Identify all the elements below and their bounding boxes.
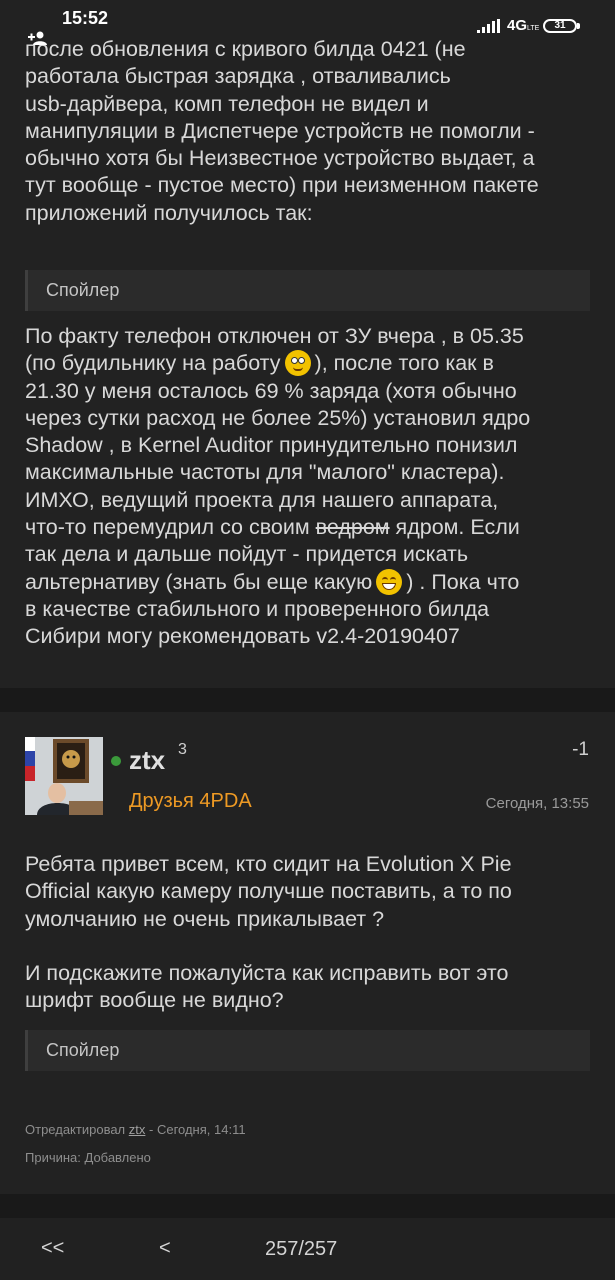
text-line: работала быстрая зарядка , отваливались [25, 64, 451, 89]
battery-tip [577, 23, 580, 29]
text-line: Сибири могу рекомендовать v2.4-20190407 [25, 624, 460, 649]
first-page-button[interactable]: << [41, 1237, 64, 1260]
post-timestamp: Сегодня, 13:55 [485, 795, 589, 812]
edited-info: Отредактировал ztx - Сегодня, 14:11 [25, 1122, 246, 1137]
text-line: (по будильнику на работу), после того ка… [25, 350, 494, 377]
network-type: 4GLTE [507, 17, 540, 34]
text-line: так дела и дальше пойдут - придется иска… [25, 542, 469, 567]
grin-emoji-icon [376, 568, 403, 595]
post-text-intro: после обновления с кривого билда 0421 (н… [25, 36, 595, 227]
online-indicator [111, 756, 121, 766]
strikethrough-text: ведром [315, 515, 390, 540]
post-text: Ребята привет всем, кто сидит на Evoluti… [25, 851, 595, 1015]
username[interactable]: ztx [129, 745, 165, 776]
text-line [25, 933, 595, 960]
signal-strength-icon [477, 19, 500, 33]
battery-icon: 31 [543, 19, 577, 33]
battery-level: 31 [554, 20, 566, 31]
text-line: обычно хотя бы Неизвестное устройство вы… [25, 146, 535, 171]
status-time: 15:52 [62, 8, 109, 28]
text-line: Ребята привет всем, кто сидит на Evoluti… [25, 852, 512, 876]
text-line: манипуляции в Диспетчере устройств не по… [25, 118, 535, 143]
text-line: умолчанию не очень прикалывает ? [25, 906, 385, 931]
text-line: максимальные частоты для "малого" класте… [25, 460, 505, 485]
text-line: что-то перемудрил со своим ведром ядром.… [25, 515, 520, 540]
text-line: через сутки расход не более 25%) установ… [25, 405, 531, 430]
spoiler-toggle[interactable]: Спойлер [25, 1030, 590, 1071]
post-divider [0, 1194, 615, 1218]
text-line: По факту телефон отключен от ЗУ вчера , … [25, 324, 524, 348]
text-line: в качестве стабильного и проверенного би… [25, 596, 490, 621]
user-group: Друзья 4PDA [129, 790, 252, 812]
page-indicator[interactable]: 257/257 [265, 1238, 337, 1261]
text-line: 21.30 у меня осталось 69 % заряда (хотя … [25, 378, 517, 403]
status-bar: 15:52 4GLTE 31 [0, 0, 615, 45]
text-line: Shadow , в Kernel Auditor принудительно … [25, 433, 518, 458]
network-subtype: LTE [527, 25, 540, 32]
text-line: альтернативу (знать бы еще какую) . Пока… [25, 568, 520, 595]
edited-by-user-link[interactable]: ztx [129, 1122, 146, 1137]
post-rating[interactable]: -1 [572, 739, 589, 761]
add-user-icon [28, 31, 47, 45]
post-text-body: По факту телефон отключен от ЗУ вчера , … [25, 323, 595, 651]
previous-page-button[interactable]: < [159, 1237, 171, 1260]
smiley-emoji-icon [284, 350, 311, 377]
text-line: приложений получилось так: [25, 200, 313, 225]
avatar-image [25, 737, 103, 815]
reputation-count[interactable]: 3 [178, 741, 187, 759]
text-line: шрифт вообще не видно? [25, 988, 284, 1013]
text-line: И подскажите пожалуйста как исправить во… [25, 961, 509, 986]
post-divider [0, 688, 615, 712]
text-line: usb-дарйвера, комп телефон не видел и [25, 91, 429, 116]
text-line: тут вообще - пустое место) при неизменно… [25, 173, 539, 198]
text-line: ИМХО, ведущий проекта для нашего аппарат… [25, 487, 499, 512]
text-line: Official какую камеру получше поставить,… [25, 879, 512, 904]
edit-reason: Причина: Добавлено [25, 1150, 151, 1165]
avatar[interactable] [25, 737, 103, 815]
spoiler-toggle[interactable]: Спойлер [25, 270, 590, 311]
